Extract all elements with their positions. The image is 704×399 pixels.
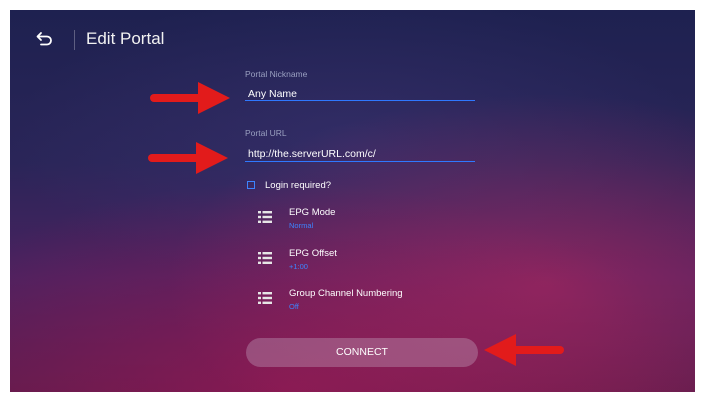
setting-title: EPG Offset: [289, 248, 337, 259]
setting-value: Off: [289, 302, 299, 311]
login-required-checkbox[interactable]: [247, 181, 255, 189]
edit-portal-screen: Edit Portal Portal Nickname Any Name Por…: [10, 10, 695, 392]
nickname-label: Portal Nickname: [245, 69, 308, 79]
setting-title: Group Channel Numbering: [289, 288, 403, 299]
setting-value: +1:00: [289, 262, 308, 271]
back-arrow-icon[interactable]: [34, 28, 56, 50]
annotation-arrow-icon: [150, 82, 230, 114]
header-divider: [74, 30, 75, 50]
nickname-underline: [245, 100, 475, 101]
login-required-label[interactable]: Login required?: [265, 180, 331, 191]
setting-value: Normal: [289, 221, 314, 230]
connect-button[interactable]: CONNECT: [246, 338, 478, 367]
annotation-arrow-icon: [484, 334, 564, 366]
list-icon: [258, 252, 272, 264]
annotation-arrow-icon: [148, 142, 228, 174]
setting-title: EPG Mode: [289, 207, 336, 218]
page-title: Edit Portal: [86, 29, 165, 48]
url-label: Portal URL: [245, 128, 287, 138]
nickname-input[interactable]: Any Name: [248, 88, 297, 100]
url-input[interactable]: http://the.serverURL.com/c/: [248, 148, 376, 160]
url-underline: [245, 161, 475, 162]
list-icon: [258, 211, 272, 223]
list-icon: [258, 292, 272, 304]
